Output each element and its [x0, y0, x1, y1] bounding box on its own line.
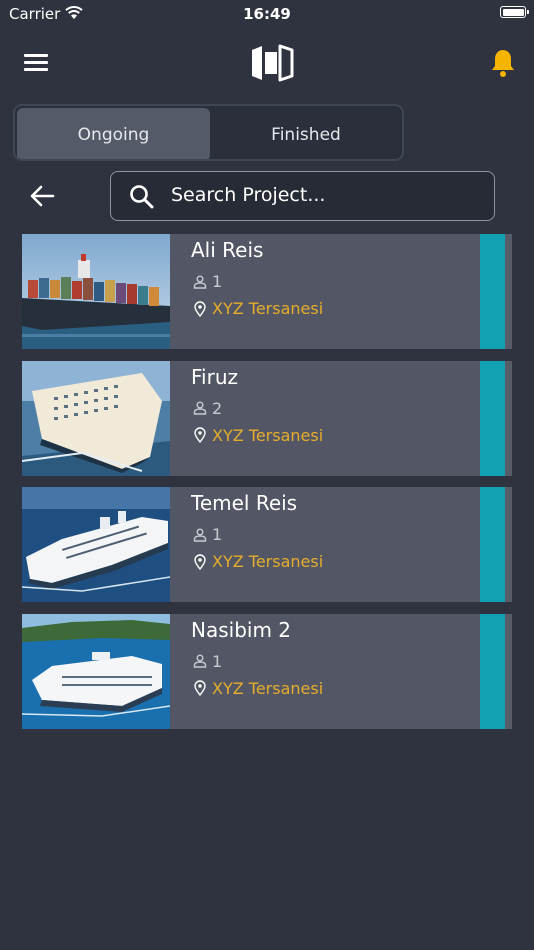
status-accent-bar — [480, 360, 505, 476]
project-card[interactable]: Temel Reis 1 XYZ Tersanesi — [22, 487, 512, 602]
location-pin-icon — [194, 553, 206, 570]
location-name: XYZ Tersanesi — [212, 678, 324, 698]
project-status-tabs: Ongoing Finished — [13, 104, 404, 161]
person-icon — [193, 401, 207, 415]
clock: 16:49 — [243, 5, 291, 23]
status-accent-bar — [480, 613, 505, 729]
person-icon — [193, 528, 207, 542]
project-list: Ali Reis 1 XYZ Tersanesi Firuz 2 XYZ Ter… — [22, 234, 512, 740]
tab-ongoing[interactable]: Ongoing — [17, 108, 210, 159]
project-card[interactable]: Nasibim 2 1 XYZ Tersanesi — [22, 613, 512, 729]
project-name: Firuz — [191, 364, 239, 389]
project-name: Ali Reis — [191, 238, 264, 262]
location-pin-icon — [194, 680, 206, 696]
crew-count: 1 — [193, 525, 222, 544]
crew-count: 1 — [193, 272, 222, 291]
container-ship-image — [22, 234, 170, 349]
crew-count-value: 1 — [212, 651, 223, 671]
project-name: Temel Reis — [191, 491, 298, 515]
person-icon — [193, 654, 207, 668]
battery-icon — [500, 6, 529, 18]
bell-icon[interactable] — [489, 48, 517, 82]
search-box — [110, 171, 495, 221]
crew-count-value: 2 — [212, 398, 223, 418]
project-location: XYZ Tersanesi — [193, 299, 323, 318]
location-pin-icon — [194, 427, 206, 443]
location-name: XYZ Tersanesi — [212, 552, 324, 571]
card-edge — [505, 360, 512, 476]
crew-count-value: 1 — [212, 525, 223, 544]
back-arrow-icon[interactable] — [30, 184, 56, 212]
crew-count: 1 — [193, 652, 222, 671]
card-edge — [505, 613, 512, 729]
location-name: XYZ Tersanesi — [212, 425, 324, 445]
person-icon — [193, 275, 207, 289]
cruise-ship-bow-image — [22, 360, 170, 476]
project-location: XYZ Tersanesi — [193, 426, 323, 445]
project-card[interactable]: Ali Reis 1 XYZ Tersanesi — [22, 234, 512, 349]
crew-count: 2 — [193, 399, 222, 418]
search-input[interactable] — [171, 180, 481, 210]
status-bar: Carrier 16:49 — [0, 0, 534, 28]
location-name: XYZ Tersanesi — [212, 299, 324, 318]
app-logo-icon — [249, 42, 295, 88]
card-edge — [505, 487, 512, 602]
project-location: XYZ Tersanesi — [193, 552, 323, 571]
project-card[interactable]: Firuz 2 XYZ Tersanesi — [22, 360, 512, 476]
crew-count-value: 1 — [212, 272, 223, 291]
cruise-ship-coast-image — [22, 613, 170, 729]
project-name: Nasibim 2 — [191, 617, 292, 642]
status-accent-bar — [480, 234, 505, 349]
status-accent-bar — [480, 487, 505, 602]
search-icon — [129, 184, 155, 214]
tab-finished[interactable]: Finished — [210, 108, 402, 159]
cruise-ship-sea-image — [22, 487, 170, 602]
project-location: XYZ Tersanesi — [193, 679, 323, 698]
hamburger-icon[interactable] — [24, 52, 50, 72]
card-edge — [505, 234, 512, 349]
location-pin-icon — [194, 300, 206, 317]
